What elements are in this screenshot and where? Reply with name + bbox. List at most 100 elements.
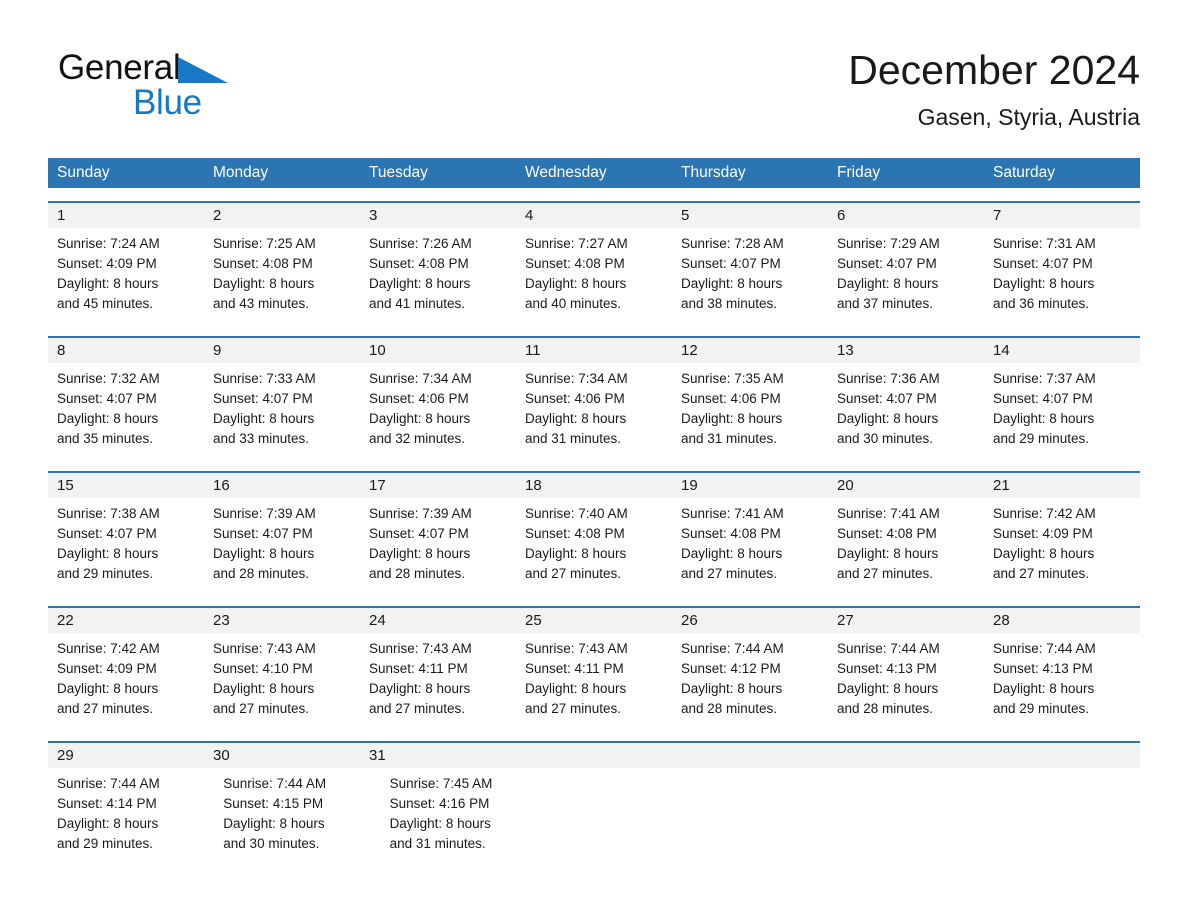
day-cell[interactable]: Sunrise: 7:44 AM Sunset: 4:13 PM Dayligh…	[984, 633, 1140, 728]
day-number[interactable]: 11	[516, 338, 672, 363]
day-number[interactable]: 1	[48, 203, 204, 228]
day-cell[interactable]: Sunrise: 7:40 AM Sunset: 4:08 PM Dayligh…	[516, 498, 672, 593]
sunset-text: Sunset: 4:13 PM	[993, 661, 1093, 676]
sunrise-text: Sunrise: 7:39 AM	[369, 506, 472, 521]
sunset-text: Sunset: 4:15 PM	[223, 796, 324, 811]
week-details-band: Sunrise: 7:32 AM Sunset: 4:07 PM Dayligh…	[48, 363, 1140, 458]
sunrise-text: Sunrise: 7:25 AM	[213, 236, 316, 251]
day-number[interactable]: 18	[516, 473, 672, 498]
sunrise-text: Sunrise: 7:27 AM	[525, 236, 628, 251]
day-number[interactable]: 27	[828, 608, 984, 633]
day-number[interactable]: 9	[204, 338, 360, 363]
day-number[interactable]: 19	[672, 473, 828, 498]
day-cell[interactable]: Sunrise: 7:43 AM Sunset: 4:11 PM Dayligh…	[360, 633, 516, 728]
daylight-text-line2: and 33 minutes.	[213, 431, 310, 446]
daylight-text-line1: Daylight: 8 hours	[993, 681, 1095, 696]
day-number[interactable]: 17	[360, 473, 516, 498]
day-cell[interactable]: Sunrise: 7:44 AM Sunset: 4:14 PM Dayligh…	[48, 768, 214, 863]
day-number[interactable]: 8	[48, 338, 204, 363]
day-number[interactable]: 4	[516, 203, 672, 228]
day-number[interactable]: 29	[48, 743, 204, 768]
day-cell[interactable]: Sunrise: 7:45 AM Sunset: 4:16 PM Dayligh…	[381, 768, 547, 863]
sunrise-text: Sunrise: 7:39 AM	[213, 506, 316, 521]
daylight-text-line2: and 28 minutes.	[213, 566, 310, 581]
day-cell[interactable]: Sunrise: 7:34 AM Sunset: 4:06 PM Dayligh…	[516, 363, 672, 458]
day-number[interactable]: 7	[984, 203, 1140, 228]
day-number[interactable]: 22	[48, 608, 204, 633]
sunrise-text: Sunrise: 7:44 AM	[837, 641, 940, 656]
day-cell[interactable]: Sunrise: 7:39 AM Sunset: 4:07 PM Dayligh…	[360, 498, 516, 593]
day-cell[interactable]: Sunrise: 7:35 AM Sunset: 4:06 PM Dayligh…	[672, 363, 828, 458]
day-number[interactable]: 5	[672, 203, 828, 228]
sunset-text: Sunset: 4:08 PM	[369, 256, 469, 271]
day-cell[interactable]: Sunrise: 7:36 AM Sunset: 4:07 PM Dayligh…	[828, 363, 984, 458]
day-number[interactable]: 20	[828, 473, 984, 498]
day-cell[interactable]: Sunrise: 7:42 AM Sunset: 4:09 PM Dayligh…	[984, 498, 1140, 593]
day-cell[interactable]: Sunrise: 7:43 AM Sunset: 4:11 PM Dayligh…	[516, 633, 672, 728]
daylight-text-line1: Daylight: 8 hours	[837, 276, 939, 291]
day-cell[interactable]: Sunrise: 7:26 AM Sunset: 4:08 PM Dayligh…	[360, 228, 516, 323]
daylight-text-line2: and 45 minutes.	[57, 296, 154, 311]
day-cell[interactable]: Sunrise: 7:34 AM Sunset: 4:06 PM Dayligh…	[360, 363, 516, 458]
day-cell[interactable]: Sunrise: 7:43 AM Sunset: 4:10 PM Dayligh…	[204, 633, 360, 728]
day-number[interactable]: 2	[204, 203, 360, 228]
day-cell[interactable]: Sunrise: 7:33 AM Sunset: 4:07 PM Dayligh…	[204, 363, 360, 458]
day-cell[interactable]: Sunrise: 7:28 AM Sunset: 4:07 PM Dayligh…	[672, 228, 828, 323]
day-cell[interactable]: Sunrise: 7:41 AM Sunset: 4:08 PM Dayligh…	[828, 498, 984, 593]
daylight-text-line2: and 27 minutes.	[837, 566, 934, 581]
day-cell[interactable]: Sunrise: 7:38 AM Sunset: 4:07 PM Dayligh…	[48, 498, 204, 593]
day-number[interactable]: 12	[672, 338, 828, 363]
week-daynumber-band: 1 2 3 4 5 6 7	[48, 203, 1140, 228]
day-cell[interactable]: Sunrise: 7:32 AM Sunset: 4:07 PM Dayligh…	[48, 363, 204, 458]
daylight-text-line2: and 27 minutes.	[213, 701, 310, 716]
week-details-band: Sunrise: 7:42 AM Sunset: 4:09 PM Dayligh…	[48, 633, 1140, 728]
day-number[interactable]: 3	[360, 203, 516, 228]
week-details-band: Sunrise: 7:24 AM Sunset: 4:09 PM Dayligh…	[48, 228, 1140, 323]
day-cell[interactable]: Sunrise: 7:41 AM Sunset: 4:08 PM Dayligh…	[672, 498, 828, 593]
daylight-text-line1: Daylight: 8 hours	[681, 681, 783, 696]
day-cell[interactable]: Sunrise: 7:29 AM Sunset: 4:07 PM Dayligh…	[828, 228, 984, 323]
day-cell[interactable]: Sunrise: 7:37 AM Sunset: 4:07 PM Dayligh…	[984, 363, 1140, 458]
daylight-text-line1: Daylight: 8 hours	[57, 816, 159, 831]
day-cell[interactable]: Sunrise: 7:31 AM Sunset: 4:07 PM Dayligh…	[984, 228, 1140, 323]
sunrise-text: Sunrise: 7:34 AM	[525, 371, 628, 386]
daylight-text-line1: Daylight: 8 hours	[837, 681, 939, 696]
day-number[interactable]: 15	[48, 473, 204, 498]
sunset-text: Sunset: 4:07 PM	[57, 526, 157, 541]
day-number[interactable]: 10	[360, 338, 516, 363]
sunset-text: Sunset: 4:09 PM	[57, 256, 157, 271]
daylight-text-line1: Daylight: 8 hours	[223, 816, 325, 831]
day-cell[interactable]: Sunrise: 7:39 AM Sunset: 4:07 PM Dayligh…	[204, 498, 360, 593]
daylight-text-line2: and 36 minutes.	[993, 296, 1090, 311]
sunset-text: Sunset: 4:13 PM	[837, 661, 937, 676]
daylight-text-line2: and 29 minutes.	[993, 431, 1090, 446]
day-number[interactable]: 6	[828, 203, 984, 228]
daylight-text-line2: and 30 minutes.	[223, 836, 320, 851]
sunrise-text: Sunrise: 7:38 AM	[57, 506, 160, 521]
day-cell[interactable]: Sunrise: 7:44 AM Sunset: 4:12 PM Dayligh…	[672, 633, 828, 728]
daylight-text-line1: Daylight: 8 hours	[993, 276, 1095, 291]
day-cell[interactable]: Sunrise: 7:24 AM Sunset: 4:09 PM Dayligh…	[48, 228, 204, 323]
day-number[interactable]: 30	[204, 743, 360, 768]
day-number[interactable]: 24	[360, 608, 516, 633]
day-number[interactable]: 28	[984, 608, 1140, 633]
day-cell[interactable]: Sunrise: 7:27 AM Sunset: 4:08 PM Dayligh…	[516, 228, 672, 323]
day-number[interactable]: 26	[672, 608, 828, 633]
day-cell[interactable]: Sunrise: 7:25 AM Sunset: 4:08 PM Dayligh…	[204, 228, 360, 323]
day-number[interactable]: 31	[360, 743, 516, 768]
day-cell[interactable]: Sunrise: 7:44 AM Sunset: 4:13 PM Dayligh…	[828, 633, 984, 728]
sunset-text: Sunset: 4:07 PM	[57, 391, 157, 406]
day-number[interactable]: 14	[984, 338, 1140, 363]
daylight-text-line2: and 27 minutes.	[993, 566, 1090, 581]
sunrise-text: Sunrise: 7:45 AM	[389, 776, 493, 791]
general-blue-logo[interactable]: General Blue	[58, 48, 318, 128]
day-number[interactable]: 16	[204, 473, 360, 498]
day-number[interactable]: 25	[516, 608, 672, 633]
day-cell[interactable]: Sunrise: 7:42 AM Sunset: 4:09 PM Dayligh…	[48, 633, 204, 728]
daylight-text-line1: Daylight: 8 hours	[369, 546, 471, 561]
weekday-header-row: Sunday Monday Tuesday Wednesday Thursday…	[48, 158, 1140, 188]
day-number[interactable]: 23	[204, 608, 360, 633]
day-cell[interactable]: Sunrise: 7:44 AM Sunset: 4:15 PM Dayligh…	[214, 768, 380, 863]
day-number[interactable]: 13	[828, 338, 984, 363]
day-number[interactable]: 21	[984, 473, 1140, 498]
